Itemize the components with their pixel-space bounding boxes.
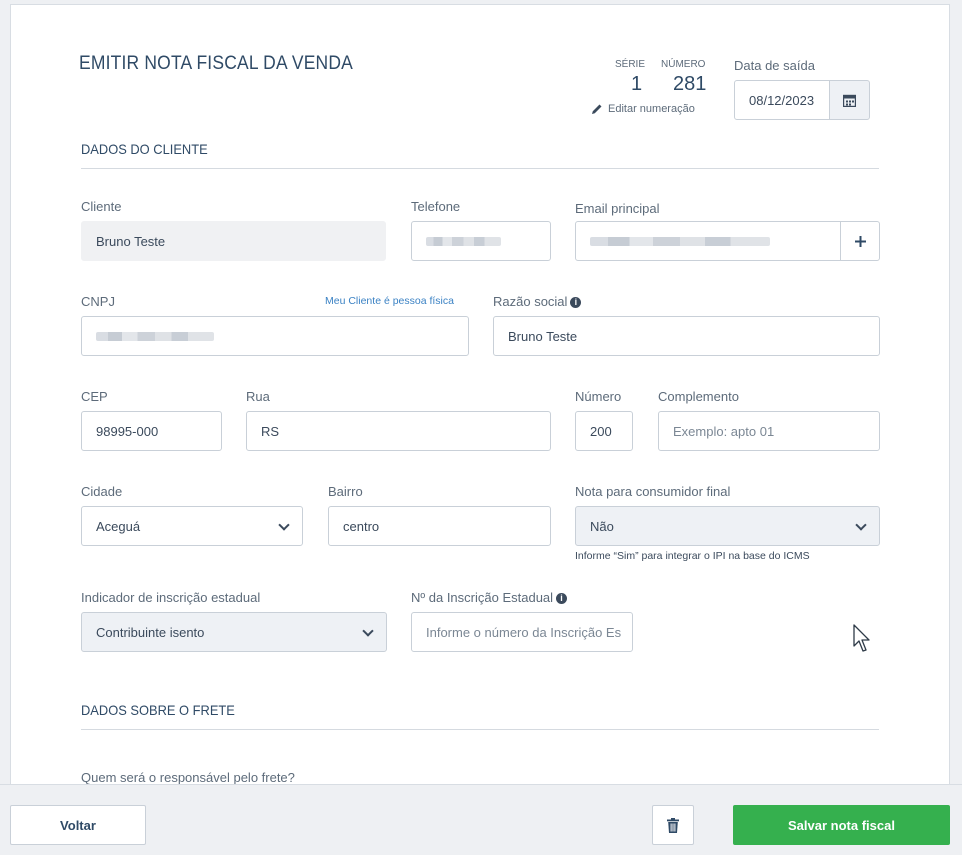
email-label: Email principal — [575, 201, 660, 216]
blurred-phone — [426, 236, 501, 246]
calendar-button[interactable] — [829, 80, 870, 120]
delete-button[interactable] — [652, 805, 694, 845]
invoice-form-card: EMITIR NOTA FISCAL DA VENDA SÉRIE 1 NÚME… — [10, 4, 950, 784]
indicador-ie-label: Indicador de inscrição estadual — [81, 590, 261, 605]
edit-numbering-label: Editar numeração — [608, 103, 695, 115]
cnpj-label: CNPJ — [81, 294, 115, 309]
consumidor-hint: Informe “Sim” para integrar o IPI na bas… — [575, 550, 810, 562]
cep-label: CEP — [81, 389, 108, 404]
consumidor-final-select[interactable]: Não — [575, 506, 880, 546]
rua-input[interactable]: RS — [246, 411, 551, 451]
date-input[interactable]: 08/12/2023 — [734, 80, 830, 120]
add-email-button[interactable] — [840, 221, 880, 261]
blurred-cnpj — [96, 331, 214, 341]
consumidor-final-value: Não — [590, 518, 614, 534]
indicador-ie-value: Contribuinte isento — [96, 624, 205, 640]
cliente-value: Bruno Teste — [96, 233, 166, 249]
form-footer: Voltar Salvar nota fiscal — [0, 784, 962, 855]
cep-value: 98995-000 — [96, 423, 159, 439]
cep-input[interactable]: 98995-000 — [81, 411, 222, 451]
pencil-icon — [592, 104, 602, 114]
consumidor-final-label: Nota para consumidor final — [575, 484, 731, 499]
ie-placeholder: Informe o número da Inscrição Es — [426, 624, 622, 640]
chevron-down-icon — [855, 519, 867, 531]
cliente-label: Cliente — [81, 199, 122, 214]
rua-value: RS — [261, 423, 280, 439]
ie-label-wrap: Nº da Inscrição Estadual i — [411, 590, 568, 605]
save-invoice-button[interactable]: Salvar nota fiscal — [733, 805, 950, 845]
numero-field-value: 200 — [590, 423, 612, 439]
razao-social-input[interactable]: Bruno Teste — [493, 316, 880, 356]
numero-label: NÚMERO — [661, 59, 706, 70]
serie-value: 1 — [631, 73, 643, 95]
telefone-input[interactable] — [411, 221, 551, 261]
cnpj-input[interactable] — [81, 316, 469, 356]
razao-social-value: Bruno Teste — [508, 328, 578, 344]
complemento-placeholder: Exemplo: apto 01 — [673, 423, 775, 439]
chevron-down-icon — [278, 519, 290, 531]
numero-input[interactable]: 200 — [575, 411, 633, 451]
bairro-input[interactable]: centro — [328, 506, 551, 546]
cidade-select[interactable]: Aceguá — [81, 506, 303, 546]
rua-label: Rua — [246, 389, 270, 404]
freight-section-title: DADOS SOBRE O FRETE — [81, 702, 235, 718]
cidade-value: Aceguá — [96, 518, 141, 534]
telefone-label: Telefone — [411, 199, 461, 214]
date-value: 08/12/2023 — [749, 92, 815, 108]
indicador-ie-select[interactable]: Contribuinte isento — [81, 612, 387, 652]
plus-icon — [854, 235, 866, 247]
numero-value: 281 — [673, 73, 707, 95]
complemento-input[interactable]: Exemplo: apto 01 — [658, 411, 880, 451]
ie-label: Nº da Inscrição Estadual — [411, 590, 554, 605]
complemento-label: Complemento — [658, 389, 739, 404]
pessoa-fisica-link[interactable]: Meu Cliente é pessoa física — [325, 295, 454, 307]
page-title: EMITIR NOTA FISCAL DA VENDA — [79, 53, 354, 74]
razao-social-label: Razão social — [493, 294, 568, 309]
section-divider — [81, 168, 879, 169]
numero-field-label: Número — [575, 389, 622, 404]
bairro-value: centro — [343, 518, 380, 534]
email-input[interactable] — [575, 221, 841, 261]
cidade-label: Cidade — [81, 484, 123, 499]
date-label: Data de saída — [734, 58, 815, 73]
client-section-title: DADOS DO CLIENTE — [81, 141, 208, 157]
info-icon[interactable]: i — [556, 593, 568, 604]
info-icon[interactable]: i — [570, 297, 582, 308]
razao-social-label-wrap: Razão social i — [493, 294, 582, 309]
bairro-label: Bairro — [328, 484, 363, 499]
trash-icon — [667, 817, 679, 833]
edit-numbering-link[interactable]: Editar numeração — [591, 103, 695, 115]
freight-question: Quem será o responsável pelo frete? — [81, 770, 295, 784]
section-divider — [81, 729, 879, 730]
chevron-down-icon — [362, 625, 374, 637]
mouse-cursor-icon — [853, 624, 870, 652]
calendar-icon — [843, 94, 856, 107]
ie-input[interactable]: Informe o número da Inscrição Es — [411, 612, 633, 652]
cliente-field: Bruno Teste — [81, 221, 386, 261]
serie-label: SÉRIE — [615, 59, 646, 70]
blurred-email — [590, 236, 770, 246]
back-button[interactable]: Voltar — [10, 805, 146, 845]
